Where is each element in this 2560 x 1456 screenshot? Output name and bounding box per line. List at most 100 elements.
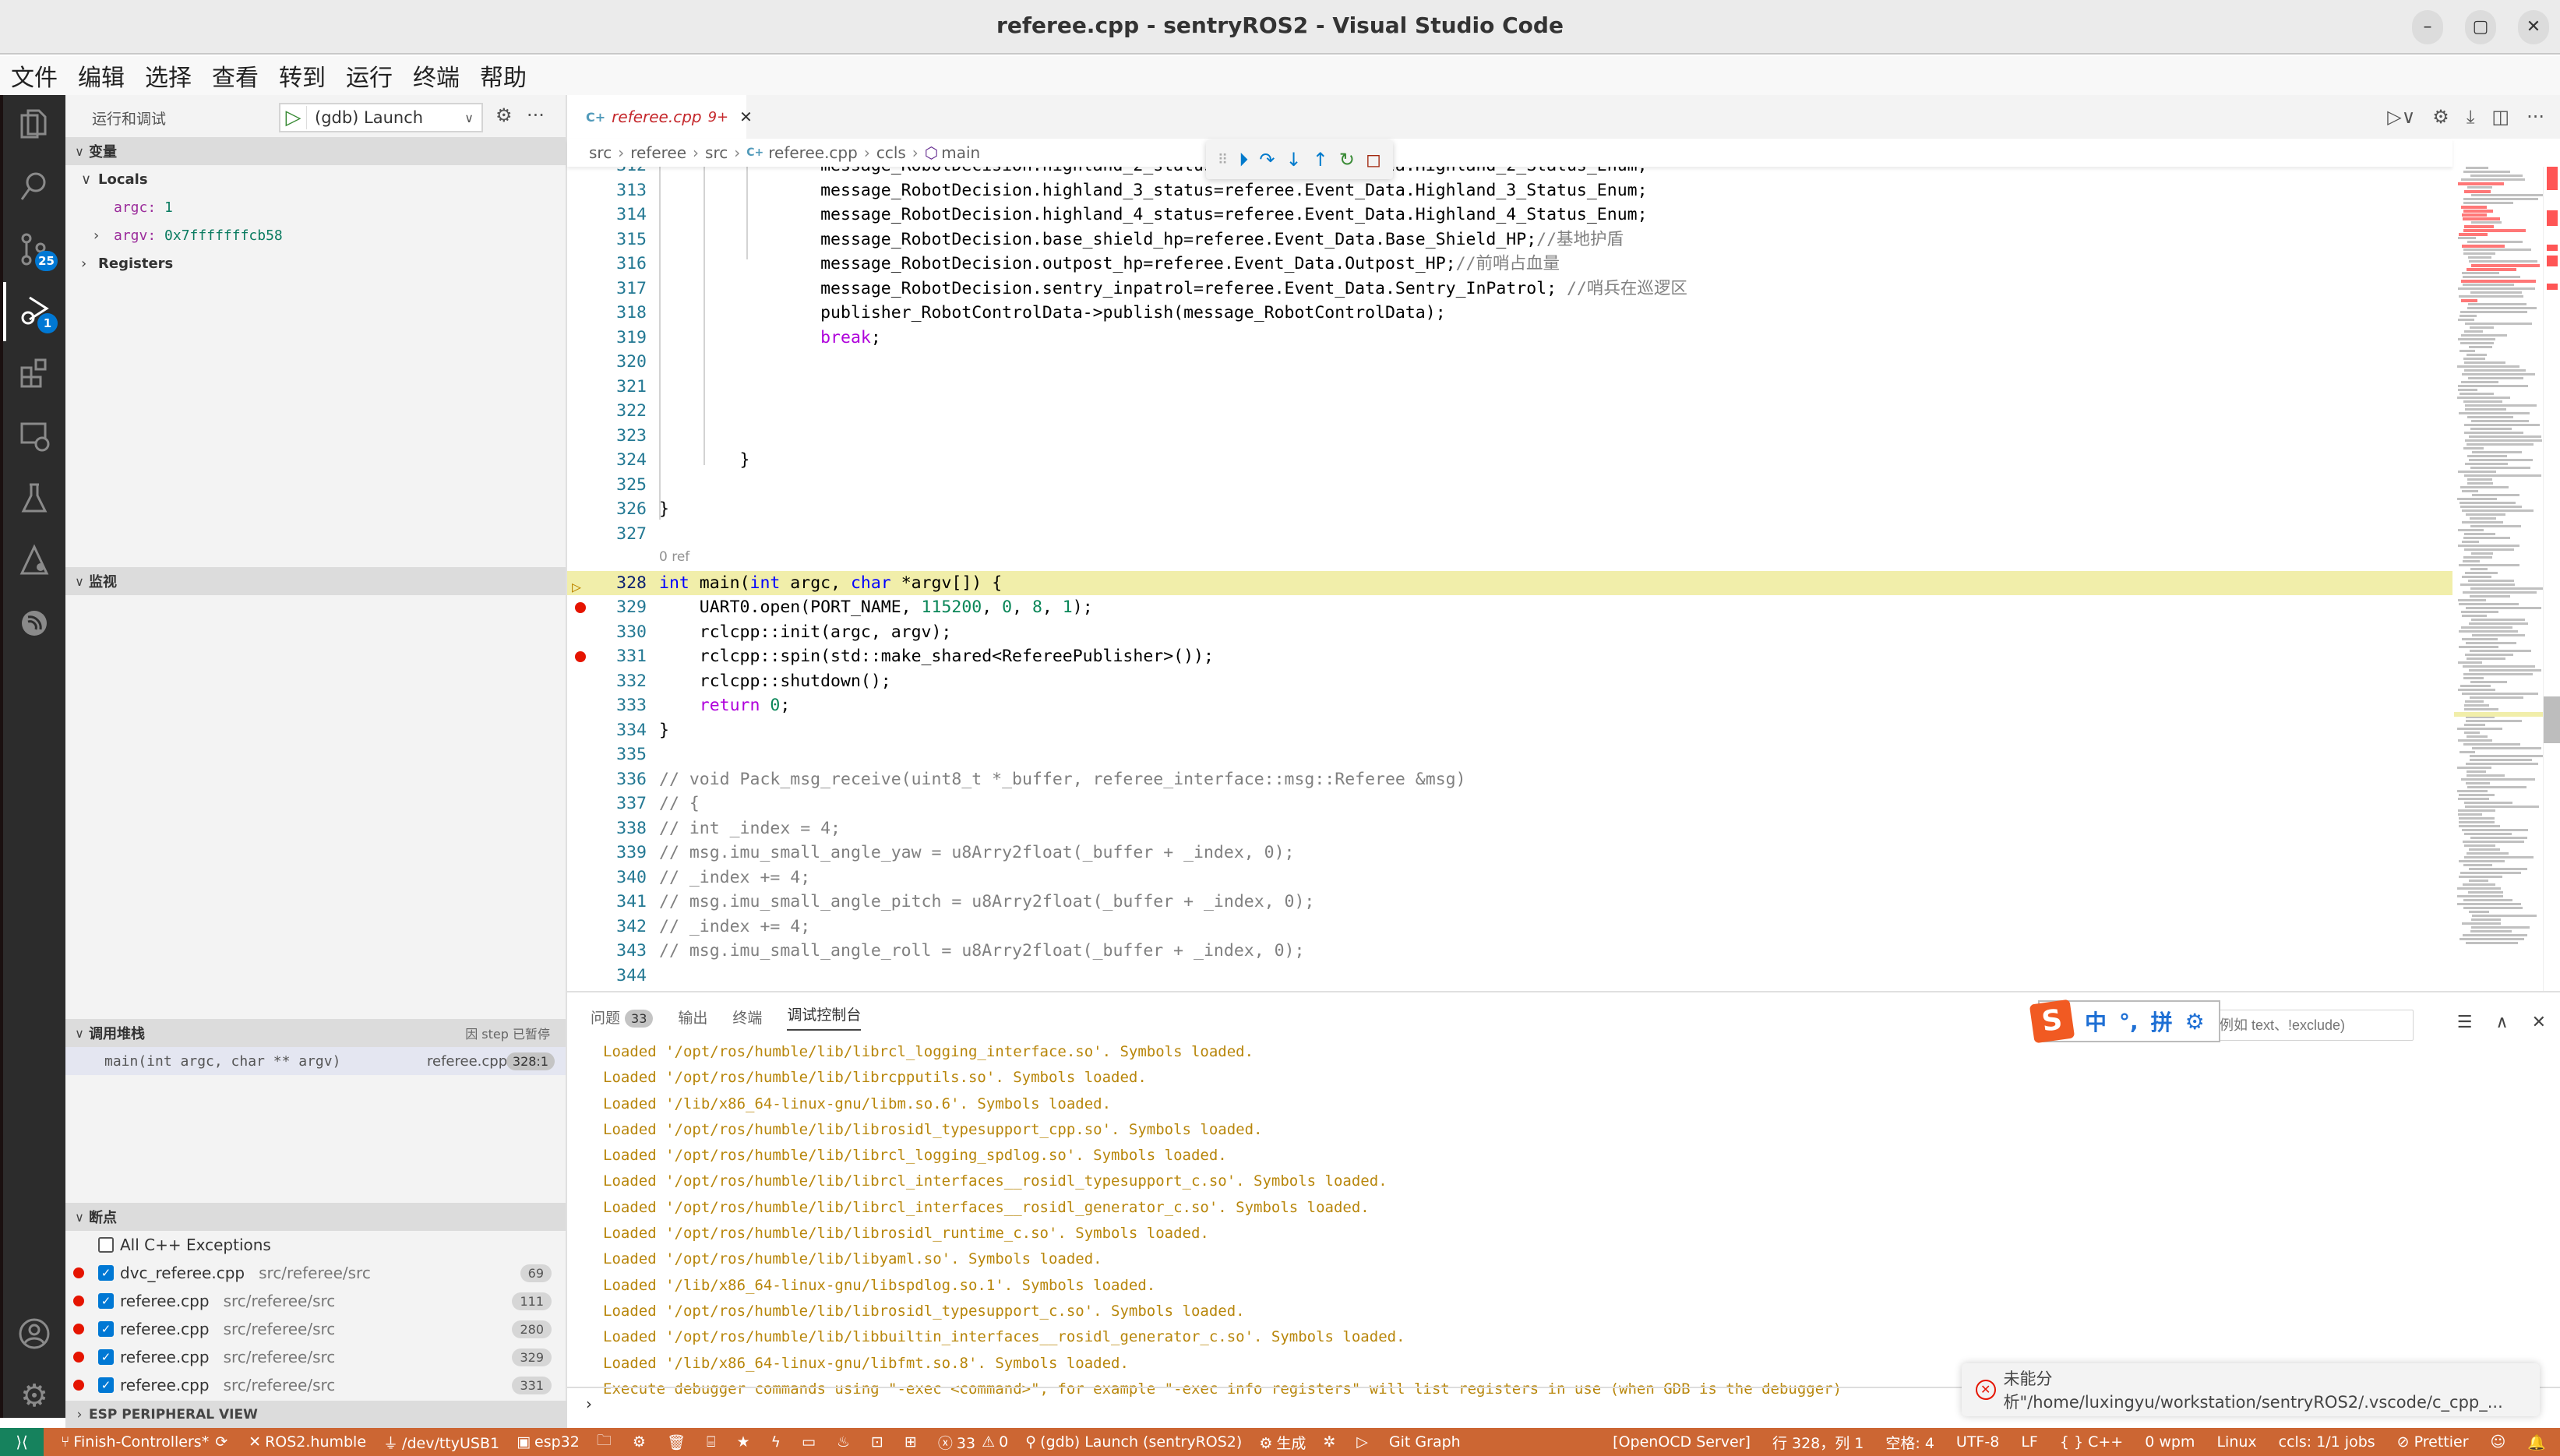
more-actions-icon[interactable]: ··· bbox=[527, 104, 545, 126]
ros-icon-status-item[interactable]: ✕ ROS2.humble bbox=[249, 1433, 366, 1451]
ime-pinyin[interactable]: 拼 bbox=[2151, 1006, 2173, 1037]
monitor-icon-status-item[interactable]: ▭ bbox=[802, 1433, 820, 1451]
more-actions-icon[interactable]: ··· bbox=[2527, 106, 2544, 128]
terminal-icon-status-item[interactable]: ⊡ bbox=[871, 1433, 887, 1451]
testing-icon[interactable] bbox=[3, 469, 65, 528]
status-item[interactable]: UTF-8 bbox=[1956, 1433, 1999, 1451]
plug-icon-status-item[interactable]: ⏚/dev/ttyUSB1 bbox=[383, 1432, 499, 1453]
status-item[interactable]: { } C++ bbox=[2060, 1433, 2123, 1451]
breakpoint-row[interactable]: ✓ dvc_referee.cpp src/referee/src 69 bbox=[65, 1259, 566, 1287]
close-window-button[interactable]: ✕ bbox=[2518, 10, 2549, 44]
exception-checkbox[interactable] bbox=[98, 1237, 114, 1253]
status-item[interactable]: ccls: 1/1 jobs bbox=[2279, 1433, 2375, 1451]
cylinder-icon-status-item[interactable]: ⌸ bbox=[707, 1433, 719, 1451]
notifications-bell-icon[interactable]: 🔔 bbox=[2527, 1433, 2546, 1451]
menu-edit[interactable]: 编辑 bbox=[78, 58, 125, 93]
exception-breakpoint-row[interactable]: All C++ Exceptions bbox=[65, 1231, 566, 1259]
breadcrumb-item[interactable]: referee bbox=[630, 143, 686, 162]
watch-section-header[interactable]: ∨ 监视 bbox=[65, 567, 566, 595]
tab-output[interactable]: 输出 bbox=[678, 1007, 707, 1028]
minimize-button[interactable]: – bbox=[2412, 10, 2443, 44]
launch-config-select[interactable]: ▷ (gdb) Launch ∨ bbox=[279, 103, 483, 132]
maximize-button[interactable]: ▢ bbox=[2465, 10, 2496, 44]
error-notification[interactable]: ✕ 未能分析"/home/luxingyu/workstation/sentry… bbox=[1962, 1363, 2540, 1416]
run-debug-icon[interactable]: 1 bbox=[3, 282, 65, 341]
debug-icon-status-item[interactable]: ⊞ bbox=[904, 1433, 921, 1451]
menu-view[interactable]: 查看 bbox=[212, 58, 259, 93]
git-branch-icon-status-item[interactable]: ⑂ Finish-Controllers* bbox=[61, 1433, 209, 1451]
breakpoints-section-header[interactable]: ∨ 断点 bbox=[65, 1203, 566, 1231]
bug-icon-status-item[interactable]: ✲ bbox=[1323, 1433, 1339, 1451]
call-stack-section-header[interactable]: ∨ 调用堆栈 因 step 已暂停 bbox=[65, 1019, 566, 1047]
tab-debug-console[interactable]: 调试控制台 bbox=[787, 1003, 862, 1031]
status-item[interactable]: LF bbox=[2021, 1433, 2038, 1451]
ime-chinese-mode[interactable]: 中 bbox=[2085, 1006, 2107, 1037]
settings-gear-icon[interactable]: ⚙ bbox=[2432, 106, 2449, 128]
tab-referee-cpp[interactable]: C+ referee.cpp 9+ ✕ bbox=[567, 95, 753, 139]
breakpoint-checkbox[interactable]: ✓ bbox=[98, 1349, 114, 1365]
breakpoint-row[interactable]: ✓ referee.cpp src/referee/src 329 bbox=[65, 1343, 566, 1371]
close-tab-icon[interactable]: ✕ bbox=[739, 108, 753, 126]
breadcrumb-item[interactable]: main bbox=[941, 143, 980, 162]
run-icon-status-item[interactable]: ▷ bbox=[1356, 1433, 1372, 1451]
breakpoint-row[interactable]: ✓ referee.cpp src/referee/src 280 bbox=[65, 1315, 566, 1343]
remote-indicator-icon[interactable]: ⟩⟨ bbox=[0, 1428, 44, 1456]
build-gear-icon-status-item[interactable]: ⚙ 生成 bbox=[1259, 1432, 1306, 1453]
breakpoint-icon[interactable] bbox=[575, 651, 586, 662]
drag-handle-icon[interactable]: ⠿ bbox=[1218, 152, 1228, 168]
continue-icon[interactable]: ⏵ bbox=[1239, 149, 1248, 171]
registers-scope[interactable]: › Registers bbox=[65, 249, 566, 277]
breadcrumb-item[interactable]: src bbox=[589, 143, 612, 162]
settings-gear-icon[interactable]: ⚙ bbox=[3, 1366, 65, 1426]
download-icon[interactable]: ⤓ bbox=[2467, 106, 2475, 128]
status-item[interactable]: 0 wpm bbox=[2145, 1433, 2195, 1451]
breadcrumb-item[interactable]: referee.cpp bbox=[768, 143, 858, 162]
flash-icon-status-item[interactable]: ϟ bbox=[771, 1433, 785, 1451]
scrollbar-thumb[interactable] bbox=[2544, 696, 2560, 743]
chip-icon-status-item[interactable]: ▣ esp32 bbox=[517, 1433, 580, 1451]
stop-icon[interactable]: ◻ bbox=[1366, 149, 1381, 171]
breakpoint-checkbox[interactable]: ✓ bbox=[98, 1265, 114, 1281]
debug-launch-icon-status-item[interactable]: ⚲ (gdb) Launch (sentryROS2) bbox=[1025, 1433, 1242, 1451]
maximize-panel-icon[interactable]: ∧ bbox=[2495, 1013, 2508, 1032]
menu-help[interactable]: 帮助 bbox=[480, 58, 527, 93]
breadcrumb-item[interactable]: ccls bbox=[876, 143, 906, 162]
git-graph-status-item[interactable]: Git Graph bbox=[1389, 1433, 1461, 1451]
close-panel-icon[interactable]: ✕ bbox=[2532, 1013, 2546, 1032]
errors-icon-status-item[interactable]: ⓧ 33 bbox=[938, 1432, 975, 1453]
trash-icon-status-item[interactable]: 🗑 bbox=[667, 1433, 689, 1451]
tab-problems[interactable]: 问题 33 bbox=[591, 1007, 654, 1028]
star-icon-status-item[interactable]: ★ bbox=[736, 1433, 753, 1451]
status-item[interactable]: 行 328，列 1 bbox=[1772, 1432, 1864, 1453]
menu-go[interactable]: 转到 bbox=[279, 58, 326, 93]
breakpoint-checkbox[interactable]: ✓ bbox=[98, 1377, 114, 1393]
start-debugging-icon[interactable]: ▷ bbox=[280, 106, 307, 129]
breakpoint-row[interactable]: ✓ referee.cpp src/referee/src 331 bbox=[65, 1371, 566, 1399]
breakpoint-checkbox[interactable]: ✓ bbox=[98, 1293, 114, 1309]
breakpoint-icon[interactable] bbox=[575, 602, 586, 613]
status-item[interactable]: [OpenOCD Server] bbox=[1613, 1433, 1751, 1451]
run-file-icon[interactable]: ▷∨ bbox=[2387, 106, 2415, 128]
account-icon[interactable] bbox=[3, 1304, 65, 1363]
clear-console-icon[interactable]: ☰ bbox=[2457, 1013, 2473, 1032]
source-control-icon[interactable]: 25 bbox=[3, 220, 65, 279]
menu-terminal[interactable]: 终端 bbox=[413, 58, 460, 93]
platformio-icon[interactable] bbox=[3, 531, 65, 591]
step-out-icon[interactable]: ↑ bbox=[1313, 149, 1328, 171]
menu-file[interactable]: 文件 bbox=[11, 58, 58, 93]
remote-explorer-icon[interactable] bbox=[3, 407, 65, 466]
menu-selection[interactable]: 选择 bbox=[145, 58, 192, 93]
ime-punctuation[interactable]: °, bbox=[2119, 1009, 2139, 1035]
breakpoint-row[interactable]: ✓ referee.cpp src/referee/src 111 bbox=[65, 1287, 566, 1315]
espressif-icon[interactable] bbox=[3, 594, 65, 653]
variables-section-header[interactable]: ∨ 变量 bbox=[65, 137, 566, 165]
locals-scope[interactable]: ∨ Locals bbox=[65, 165, 566, 193]
esp-peripheral-section-header[interactable]: › ESP PERIPHERAL VIEW bbox=[65, 1401, 567, 1429]
codelens-references[interactable]: 0 ref bbox=[659, 549, 689, 565]
step-over-icon[interactable]: ↷ bbox=[1259, 149, 1275, 171]
stack-frame-row[interactable]: main(int argc, char ** argv) referee.cpp… bbox=[65, 1047, 566, 1075]
status-item[interactable]: ⊘ Prettier bbox=[2397, 1433, 2469, 1451]
tab-terminal[interactable]: 终端 bbox=[732, 1007, 762, 1028]
status-item[interactable]: Linux bbox=[2216, 1433, 2256, 1451]
breadcrumb-item[interactable]: src bbox=[705, 143, 728, 162]
